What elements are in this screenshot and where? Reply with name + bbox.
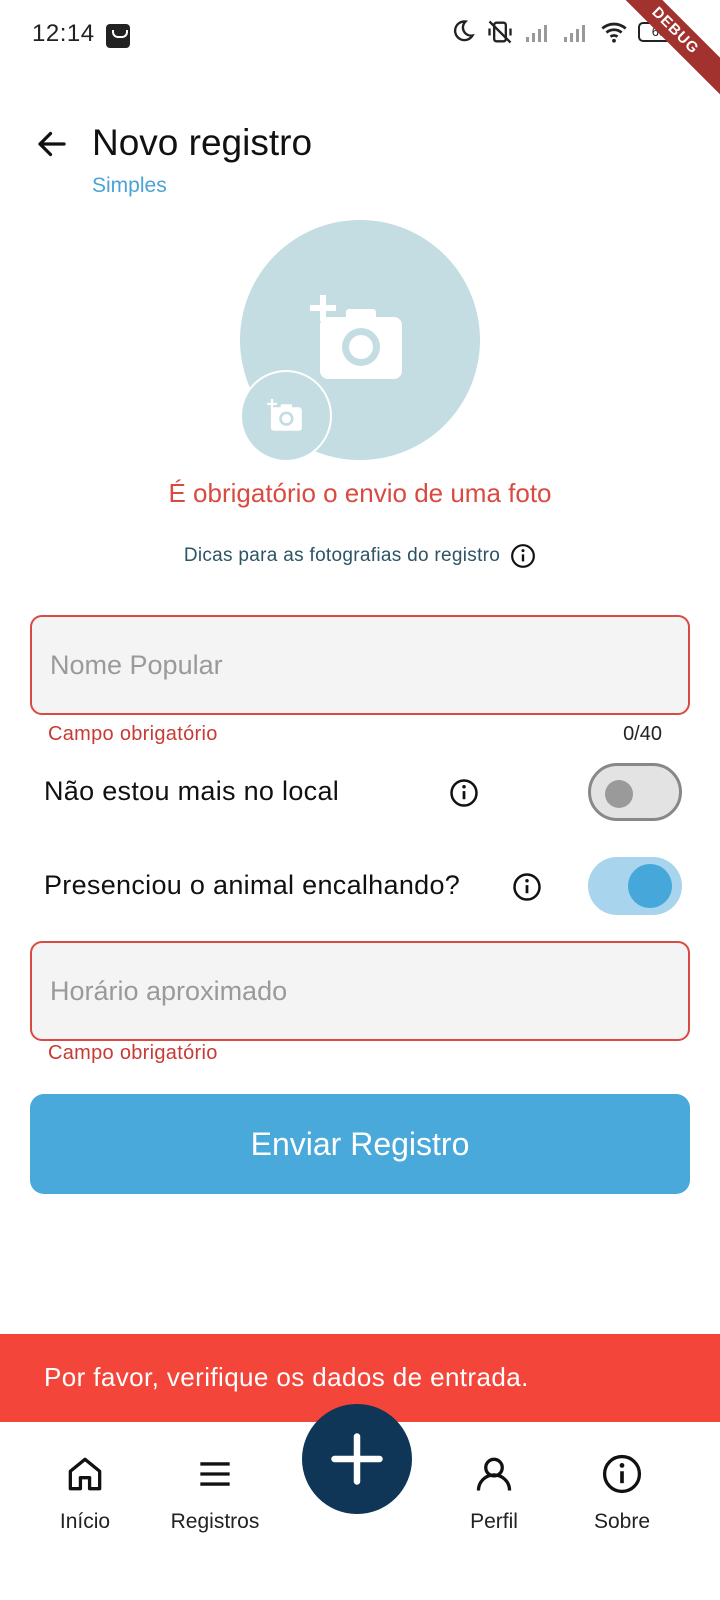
status-bar: 12:14 68 (0, 0, 720, 72)
info-icon (602, 1454, 642, 1494)
not-on-site-toggle[interactable] (588, 763, 682, 821)
not-on-site-label: Não estou mais no local (44, 776, 340, 806)
toggle-knob (605, 780, 633, 808)
name-field[interactable] (30, 615, 690, 715)
nav-item-registros[interactable]: Registros (150, 1452, 280, 1534)
vibrate-off-icon (488, 20, 512, 44)
nav-item-inicio[interactable]: Início (20, 1452, 150, 1534)
shopping-bag-icon (106, 24, 130, 48)
witnessed-stranding-row: Presenciou o animal encalhando? (0, 852, 720, 922)
back-button[interactable] (30, 122, 74, 166)
nav-label: Perfil (470, 1510, 518, 1533)
snackbar-message: Por favor, verifique os dados de entrada… (44, 1362, 529, 1392)
add-record-fab[interactable] (302, 1404, 412, 1514)
toggle-knob (628, 864, 672, 908)
info-icon[interactable] (512, 872, 542, 902)
info-icon[interactable] (449, 778, 479, 808)
photo-picker-small[interactable] (240, 370, 332, 462)
page-subtitle: Simples (92, 174, 167, 197)
submit-button[interactable]: Enviar Registro (30, 1094, 690, 1194)
time-field[interactable] (30, 941, 690, 1041)
not-on-site-row: Não estou mais no local (0, 758, 720, 828)
time-field-error: Campo obrigatório (48, 1042, 218, 1064)
arrow-left-icon (38, 131, 66, 157)
add-photo-icon (267, 399, 302, 431)
time-input[interactable] (32, 943, 688, 1039)
nav-label: Registros (170, 1510, 260, 1533)
home-icon (68, 1457, 102, 1491)
nav-label: Início (59, 1510, 111, 1533)
witnessed-stranding-toggle[interactable] (588, 857, 682, 915)
signal-icon (526, 25, 547, 42)
photo-tips-label: Dicas para as fotografias do registro (183, 545, 501, 566)
signal-icon (564, 25, 585, 42)
nav-item-sobre[interactable]: Sobre (557, 1452, 687, 1534)
user-icon (476, 1457, 512, 1491)
name-input[interactable] (32, 617, 688, 713)
menu-icon (200, 1462, 230, 1486)
photo-tips-link[interactable]: Dicas para as fotografias do registro (0, 543, 720, 569)
moon-icon (453, 20, 475, 42)
nav-label: Sobre (593, 1510, 651, 1533)
status-time: 12:14 (32, 20, 95, 47)
wifi-icon (601, 22, 627, 43)
plus-icon (331, 1433, 383, 1485)
photo-error-message: É obrigatório o envio de uma foto (168, 478, 552, 508)
nav-item-perfil[interactable]: Perfil (429, 1452, 559, 1534)
status-icons: 68 (448, 18, 684, 46)
add-photo-icon (310, 295, 402, 379)
name-field-counter: 0/40 (623, 723, 662, 745)
name-field-error: Campo obrigatório (48, 723, 218, 745)
page-title: Novo registro (92, 122, 313, 163)
info-icon (511, 544, 536, 568)
witnessed-stranding-label: Presenciou o animal encalhando? (44, 870, 461, 900)
